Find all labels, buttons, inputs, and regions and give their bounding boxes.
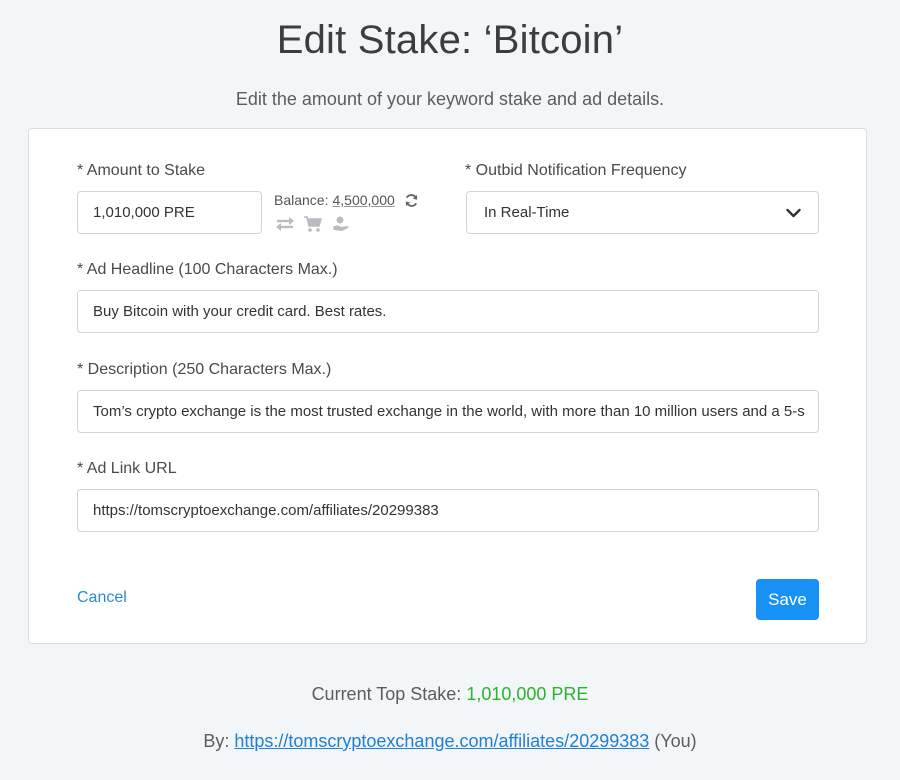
owner-link[interactable]: https://tomscryptoexchange.com/affiliate… (234, 731, 649, 751)
link-url-input[interactable]: https://tomscryptoexchange.com/affiliate… (77, 489, 819, 532)
link-url-label: * Ad Link URL (77, 460, 177, 477)
frequency-label: * Outbid Notification Frequency (465, 162, 687, 179)
by-label: By: (203, 731, 230, 751)
description-label: * Description (250 Characters Max.) (77, 361, 332, 378)
current-top-stake: Current Top Stake: 1,010,000 PRE (0, 684, 900, 705)
page-subtitle: Edit the amount of your keyword stake an… (235, 89, 665, 109)
amount-label: * Amount to Stake (77, 162, 206, 179)
frequency-select[interactable]: In Real-Time (466, 191, 819, 234)
top-stake-owner: By: https://tomscryptoexchange.com/affil… (0, 731, 900, 752)
balance-row: Balance: 4,500,000 (274, 192, 419, 208)
save-button[interactable]: Save (756, 579, 819, 620)
top-stake-label: Current Top Stake: (311, 684, 462, 704)
transfer-icon[interactable] (275, 215, 295, 233)
amount-input[interactable]: 1,010,000 PRE (77, 191, 262, 234)
edit-stake-form: * Amount to Stake 1,010,000 PRE Balance:… (28, 128, 867, 644)
headline-label: * Ad Headline (100 Characters Max.) (77, 261, 338, 278)
balance-label: Balance: (274, 192, 329, 208)
cancel-button[interactable]: Cancel (77, 589, 127, 607)
description-input[interactable]: Tom’s crypto exchange is the most truste… (77, 390, 819, 433)
balance-value[interactable]: 4,500,000 (332, 192, 394, 208)
deposit-icon[interactable] (331, 215, 351, 233)
page-title: Edit Stake: ‘Bitcoin’ (276, 18, 624, 62)
top-stake-amount: 1,010,000 PRE (466, 684, 589, 704)
balance-actions (275, 215, 351, 233)
headline-input[interactable]: Buy Bitcoin with your credit card. Best … (77, 290, 819, 333)
frequency-selected-value: In Real-Time (484, 204, 570, 221)
chevron-down-icon (786, 208, 801, 217)
cart-icon[interactable] (303, 215, 323, 233)
refresh-icon[interactable] (404, 193, 419, 208)
owner-suffix: (You) (654, 731, 697, 751)
